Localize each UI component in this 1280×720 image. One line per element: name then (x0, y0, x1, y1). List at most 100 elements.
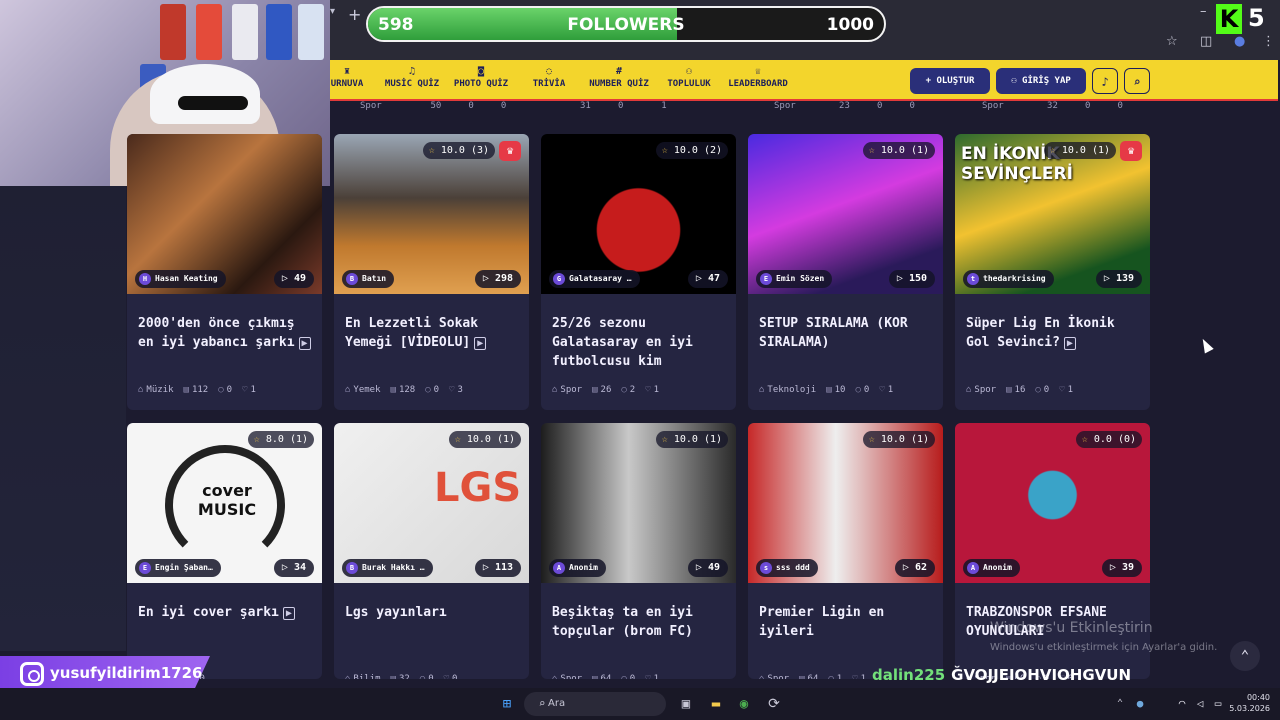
card-title[interactable]: Premier Ligin en iyileri (748, 583, 943, 667)
new-tab-icon[interactable]: + (348, 5, 361, 24)
rating-count: (3) (470, 145, 489, 156)
quiz-card[interactable]: EN İKONİK SEVİNÇLERİ ☆ 10.0 (1) ♛ t theda… (955, 134, 1150, 410)
extensions-icon[interactable]: ◫ (1200, 34, 1212, 49)
quiz-card[interactable]: LGS ☆ 10.0 (1) B Burak Hakkı … ▷ 113 Lgs … (334, 423, 529, 679)
author-badge[interactable]: A Anonim (963, 559, 1020, 577)
bookmark-star-icon[interactable]: ☆ (1166, 34, 1178, 49)
like-count[interactable]: ♡ 1 (645, 674, 659, 679)
card-thumbnail[interactable]: H Hasan Keating ▷ 49 (127, 134, 322, 294)
card-title[interactable]: Lgs yayınları (334, 583, 529, 667)
tab-scroll-icon[interactable]: ▾ (330, 6, 335, 17)
nav-item-number-quiz[interactable]: # NUMBER QUİZ (586, 66, 652, 89)
quiz-card[interactable]: ☆ 10.0 (2) G Galatasaray … ▷ 47 25/26 sez… (541, 134, 736, 410)
file-explorer-icon[interactable]: ▬ (706, 694, 726, 714)
nav-item-trivia[interactable]: ◌ TRİVİA (528, 66, 570, 89)
comment-icon: ○ (1035, 385, 1041, 395)
comment-count[interactable]: ○ 2 (621, 385, 635, 395)
card-category: ⌂ Spor (552, 385, 582, 395)
author-badge[interactable]: E Emin Sözen (756, 270, 833, 288)
like-count[interactable]: ♡ 1 (645, 385, 659, 395)
card-thumbnail[interactable]: ☆ 10.0 (1) E Emin Sözen ▷ 150 (748, 134, 943, 294)
app-icon[interactable]: ⟳ (764, 694, 784, 714)
author-badge[interactable]: E Engin Şaban… (135, 559, 221, 577)
author-badge[interactable]: G Galatasaray … (549, 270, 640, 288)
left-background (0, 186, 126, 651)
heart-icon: ♡ (242, 385, 248, 395)
wifi-icon[interactable]: ◠ (1172, 694, 1192, 714)
card-thumbnail[interactable]: ☆ 10.0 (3) ♛ B Batın ▷ 298 (334, 134, 529, 294)
like-count[interactable]: ♡0 (444, 674, 458, 679)
author-badge[interactable]: B Batın (342, 270, 395, 288)
login-button[interactable]: ⚇ GİRİŞ YAP (996, 68, 1086, 94)
nav-item-topluluk[interactable]: ⚇ TOPLULUK (664, 66, 714, 89)
taskbar-clock[interactable]: 00:40 5.03.2026 (1229, 692, 1270, 714)
nav-item-leaderboard[interactable]: ♕ LEADERBOARD (726, 66, 790, 89)
like-count[interactable]: ♡ 1 (1059, 385, 1073, 395)
quiz-card[interactable]: ☆ 10.0 (1) E Emin Sözen ▷ 150 SETUP SIRAL… (748, 134, 943, 410)
comment-count[interactable]: ○0 (420, 674, 434, 679)
search-icon[interactable]: ⌕ (1124, 68, 1150, 94)
comment-count[interactable]: ○0 (218, 385, 232, 395)
author-badge[interactable]: t thedarkrising (963, 270, 1054, 288)
comment-count[interactable]: ○0 (621, 674, 635, 679)
rating-badge: ☆ 10.0 (3) (422, 142, 495, 159)
menu-dots-icon[interactable]: ⋮ (1262, 34, 1275, 49)
quiz-card[interactable]: ☆ 10.0 (3) ♛ B Batın ▷ 298 En Lezzetli So… (334, 134, 529, 410)
author-badge[interactable]: s sss ddd (756, 559, 818, 577)
card-thumbnail[interactable]: EN İKONİK SEVİNÇLERİ ☆ 10.0 (1) ♛ t theda… (955, 134, 1150, 294)
comment-icon: ○ (218, 385, 224, 395)
minimize-icon[interactable]: – (1200, 4, 1207, 19)
author-badge[interactable]: H Hasan Keating (135, 270, 226, 288)
quiz-card[interactable]: cover MUSIC ☆ 8.0 (1) E Engin Şaban… ▷ 34… (127, 423, 322, 679)
nav-item-turnuva[interactable]: ♜ URNUVA (330, 66, 364, 89)
quiz-card[interactable]: ☆ 10.0 (1) A Anonim ▷ 49 Beşiktaş ta en i… (541, 423, 736, 679)
comment-count[interactable]: ○0 (1035, 385, 1049, 395)
volume-icon[interactable]: ◁ (1190, 694, 1210, 714)
like-count[interactable]: ♡ 1 (852, 674, 866, 679)
card-thumbnail[interactable]: ☆ 10.0 (1) s sss ddd ▷ 62 (748, 423, 943, 583)
card-title[interactable]: En iyi cover şarkı ▶ (127, 583, 322, 667)
card-title[interactable]: 25/26 sezonu Galatasaray en iyi futbolcu… (541, 294, 736, 378)
video-icon: ▶ (282, 607, 295, 620)
card-title[interactable]: Süper Lig En İkonik Gol Sevinci? ▶ (955, 294, 1150, 378)
nav-item-music-quiz[interactable]: ♫ MUSİC QUİZ (382, 66, 442, 89)
card-thumbnail[interactable]: ☆ 0.0 (0) A Anonim ▷ 39 (955, 423, 1150, 583)
card-thumbnail[interactable]: LGS ☆ 10.0 (1) B Burak Hakkı … ▷ 113 (334, 423, 529, 583)
author-badge[interactable]: A Anonim (549, 559, 606, 577)
layers-icon: ▤ (183, 385, 189, 395)
card-category-label: Bilim (353, 674, 381, 679)
card-thumbnail[interactable]: ☆ 10.0 (2) G Galatasaray … ▷ 47 (541, 134, 736, 294)
windows-start-icon[interactable]: ⊞ (497, 694, 517, 714)
crown-icon: ♛ (1120, 141, 1142, 161)
card-title-text: Süper Lig En İkonik Gol Sevinci? (966, 316, 1115, 350)
battery-icon[interactable]: ▭ (1208, 694, 1228, 714)
like-count[interactable]: ♡ 3 (449, 385, 463, 395)
card-thumbnail[interactable]: cover MUSIC ☆ 8.0 (1) E Engin Şaban… ▷ 34 (127, 423, 322, 583)
tray-app-icon[interactable]: ● (1130, 694, 1150, 714)
card-title[interactable]: SETUP SIRALAMA (KOR SIRALAMA) (748, 294, 943, 378)
nav-item-photo-quiz[interactable]: ◙ PHOTO QUİZ (450, 66, 512, 89)
author-badge[interactable]: B Burak Hakkı … (342, 559, 433, 577)
like-count[interactable]: ♡ 1 (242, 385, 256, 395)
like-count[interactable]: ♡ 1 (879, 385, 893, 395)
notification-bell-icon[interactable]: ♪ (1092, 68, 1118, 94)
chrome-icon[interactable]: ◉ (734, 694, 754, 714)
profile-icon[interactable]: ● (1234, 34, 1245, 49)
previous-card-stats: Spor 23 0 0 (774, 101, 934, 113)
card-title[interactable]: En Lezzetli Sokak Yemeği [VİDEOLU] ▶ (334, 294, 529, 378)
card-title[interactable]: Beşiktaş ta en iyi topçular (brom FC) (541, 583, 736, 667)
rating-count: (2) (703, 145, 722, 156)
card-thumbnail[interactable]: ☆ 10.0 (1) A Anonim ▷ 49 (541, 423, 736, 583)
comment-count[interactable]: ○0 (425, 385, 439, 395)
task-view-icon[interactable]: ▣ (676, 694, 696, 714)
comment-count[interactable]: ○ 1 (828, 674, 842, 679)
jersey-image (232, 4, 258, 60)
quiz-card[interactable]: H Hasan Keating ▷ 49 2000'den önce çıkmış… (127, 134, 322, 410)
tray-arrow-icon[interactable]: ⌃ (1110, 694, 1130, 714)
comment-count[interactable]: ○0 (855, 385, 869, 395)
card-title[interactable]: 2000'den önce çıkmış en iyi yabancı şark… (127, 294, 322, 378)
quiz-card[interactable]: ☆ 10.0 (1) s sss ddd ▷ 62 Premier Ligin e… (748, 423, 943, 679)
quiz-card[interactable]: ☆ 0.0 (0) A Anonim ▷ 39 TRABZONSPOR EFSAN… (955, 423, 1150, 679)
scroll-to-top-button[interactable]: ⌃ (1230, 641, 1260, 671)
create-button[interactable]: + OLUŞTUR (910, 68, 990, 94)
